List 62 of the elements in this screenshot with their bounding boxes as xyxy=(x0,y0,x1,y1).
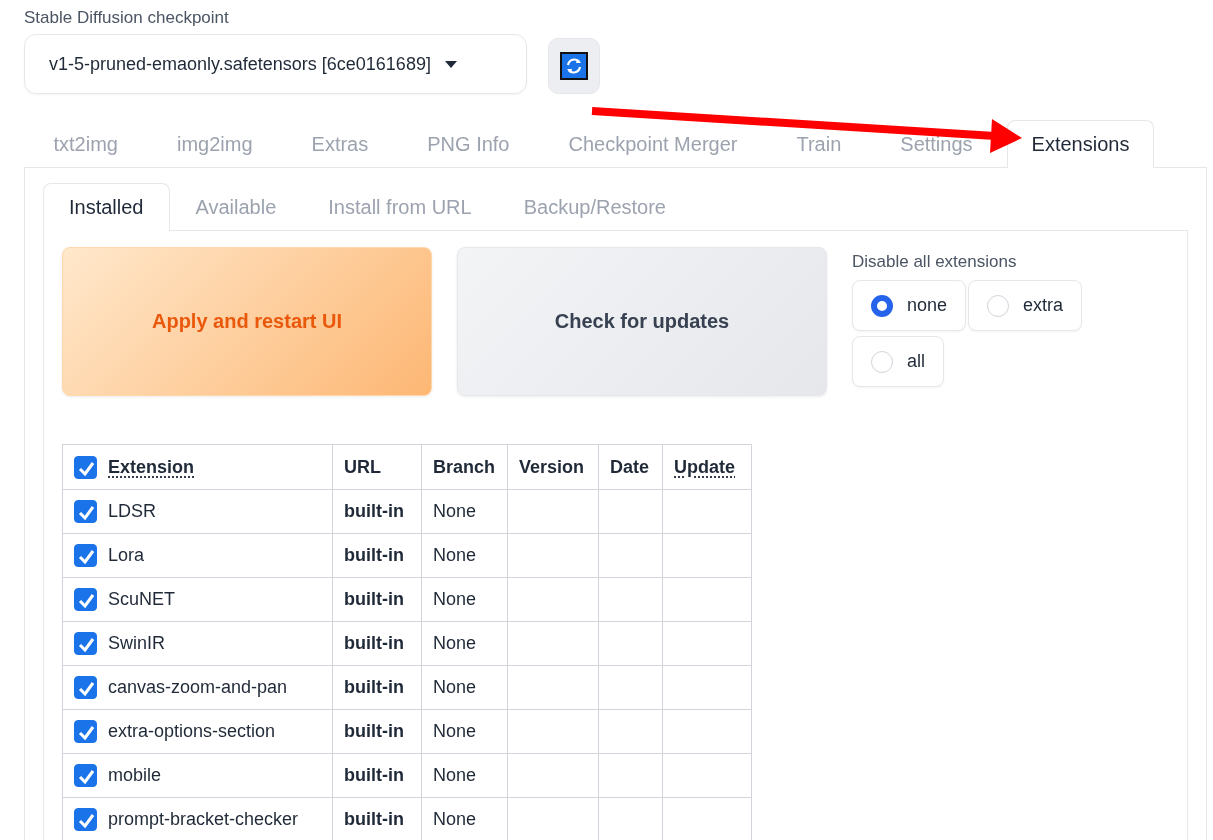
refresh-button[interactable] xyxy=(548,38,600,94)
checkbox[interactable] xyxy=(74,764,97,787)
tab[interactable]: txt2img xyxy=(46,121,125,167)
table-cell: built-in xyxy=(344,545,404,565)
checkpoint-dropdown[interactable]: v1-5-pruned-emaonly.safetensors [6ce0161689] xyxy=(24,34,527,94)
table-cell: None xyxy=(433,501,477,521)
table-cell: None xyxy=(433,589,477,609)
table-cell: built-in xyxy=(344,721,404,741)
column-header: Date xyxy=(610,456,649,477)
tab[interactable]: Settings xyxy=(893,121,980,167)
tab[interactable]: Backup/Restore xyxy=(497,184,692,230)
radio-option[interactable]: none xyxy=(852,280,967,331)
checkpoint-label: Stable Diffusion checkpoint xyxy=(24,8,230,28)
apply-restart-button[interactable]: Apply and restart UI xyxy=(62,247,432,396)
extension-name: Lora xyxy=(108,545,145,566)
checkbox[interactable] xyxy=(74,500,97,523)
table-cell: None xyxy=(433,677,477,697)
extension-name: prompt-bracket-checker xyxy=(108,809,299,830)
checkbox[interactable] xyxy=(74,720,97,743)
tab[interactable]: Checkpoint Merger xyxy=(561,121,745,167)
table-cell: None xyxy=(433,721,477,741)
table-cell: built-in xyxy=(344,501,404,521)
tab[interactable]: PNG Info xyxy=(420,121,517,167)
checkbox[interactable] xyxy=(74,808,97,831)
checkbox[interactable] xyxy=(74,544,97,567)
extension-name: ScuNET xyxy=(108,589,176,610)
tab[interactable]: Train xyxy=(789,121,849,167)
column-header: Branch xyxy=(433,456,495,477)
check-updates-button[interactable]: Check for updates xyxy=(457,247,827,396)
refresh-icon xyxy=(560,52,588,80)
checkbox[interactable] xyxy=(74,588,97,611)
caret-icon xyxy=(444,60,457,68)
checkbox[interactable] xyxy=(74,676,97,699)
table-cell: None xyxy=(433,809,477,829)
checkbox[interactable] xyxy=(74,632,97,655)
extension-name: extra-options-section xyxy=(108,721,276,742)
extension-name: LDSR xyxy=(108,501,156,522)
tab[interactable]: Available xyxy=(169,184,303,230)
table-cell: built-in xyxy=(344,809,404,829)
tab[interactable]: Installed xyxy=(43,183,170,231)
radio-option[interactable]: extra xyxy=(968,280,1083,331)
tab[interactable]: Extras xyxy=(304,121,376,167)
column-header: Update xyxy=(674,456,735,477)
table-cell: built-in xyxy=(344,765,404,785)
table-cell: None xyxy=(433,633,477,653)
table-cell: built-in xyxy=(344,633,404,653)
table-cell: None xyxy=(433,765,477,785)
extension-name: mobile xyxy=(108,765,162,786)
table-cell: None xyxy=(433,545,477,565)
table-cell: built-in xyxy=(344,677,404,697)
column-header: Extension xyxy=(108,456,195,478)
tab[interactable]: img2img xyxy=(169,121,260,167)
extension-name: canvas-zoom-and-pan xyxy=(108,677,288,698)
extension-name: SwinIR xyxy=(108,633,165,654)
column-header: URL xyxy=(344,456,381,477)
table-cell: built-in xyxy=(344,589,404,609)
radio-group-label: Disable all extensions xyxy=(852,252,1018,272)
tab[interactable]: Extensions xyxy=(1006,120,1155,168)
tab[interactable]: Install from URL xyxy=(302,184,498,230)
checkbox[interactable] xyxy=(74,455,97,479)
radio-option[interactable]: all xyxy=(852,336,944,387)
column-header: Version xyxy=(519,456,585,477)
